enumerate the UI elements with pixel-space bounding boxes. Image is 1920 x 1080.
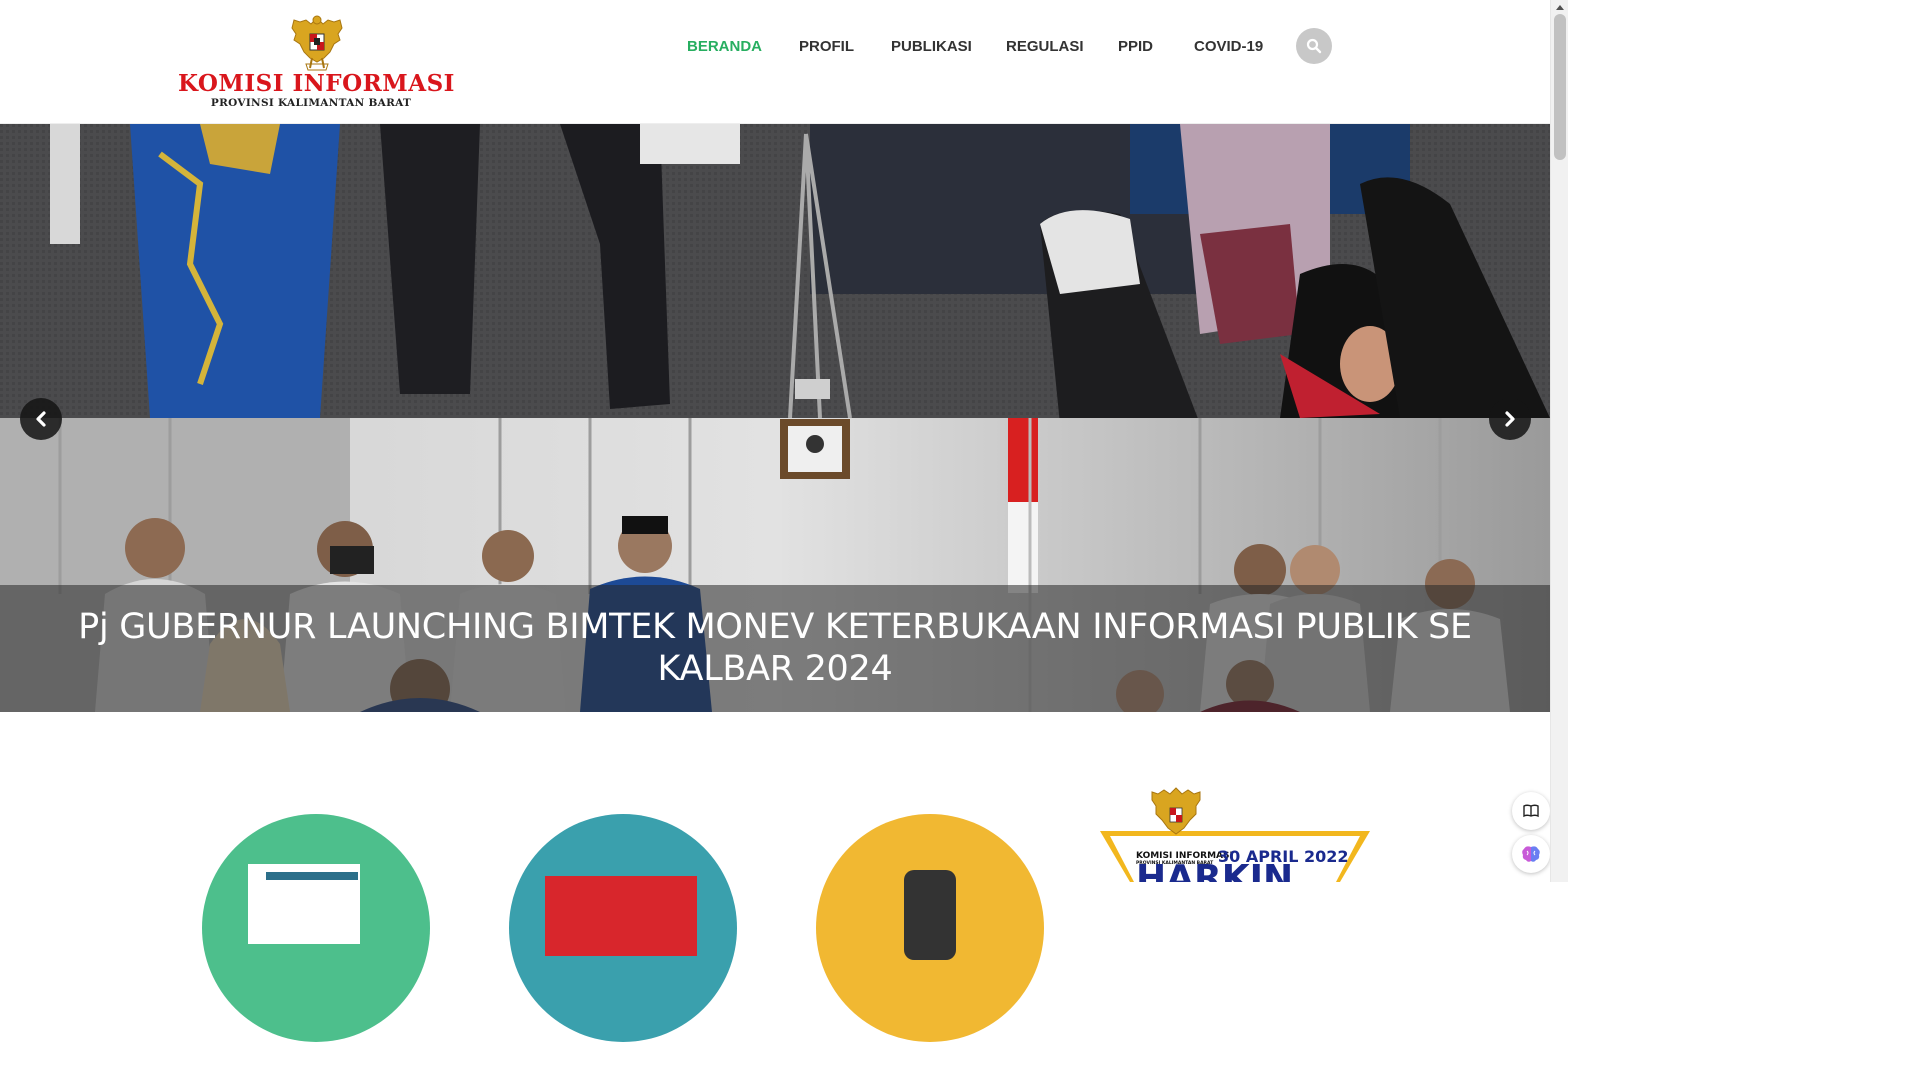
nav-item-covid-19[interactable]: COVID-19 <box>1194 36 1263 58</box>
search-icon <box>1306 38 1322 54</box>
book-icon <box>1523 804 1539 818</box>
harkin-title: HARKIN <box>1136 858 1293 882</box>
brain-icon <box>1522 846 1540 862</box>
scrollbar-thumb[interactable] <box>1554 14 1566 160</box>
page-scrollbar[interactable] <box>1550 0 1568 882</box>
ai-assistant-button[interactable] <box>1512 835 1550 873</box>
harkin-banner[interactable]: KOMISI INFORMASI PROVINSI KALIMANTAN BAR… <box>1100 784 1370 882</box>
slider-next-button[interactable] <box>1489 398 1531 440</box>
chevron-right-icon <box>1505 411 1515 427</box>
scroll-up-arrow-icon[interactable] <box>1556 5 1564 10</box>
hero-slider: Pj GUBERNUR LAUNCHING BIMTEK MONEV KETER… <box>0 124 1550 712</box>
harkin-banner-graphic: KOMISI INFORMASI PROVINSI KALIMANTAN BAR… <box>1100 787 1370 882</box>
garuda-emblem-icon <box>291 15 343 71</box>
service-circle-phone[interactable] <box>816 814 1044 1042</box>
nav-item-beranda[interactable]: BERANDA <box>687 36 762 58</box>
report-icon <box>545 876 697 956</box>
search-button[interactable] <box>1296 28 1332 64</box>
nav-item-regulasi[interactable]: REGULASI <box>1006 36 1084 58</box>
logo-title: KOMISI INFORMASI <box>178 70 455 97</box>
reader-mode-button[interactable] <box>1512 792 1550 830</box>
site-header: KOMISI INFORMASI PROVINSI KALIMANTAN BAR… <box>0 0 1550 124</box>
nav-item-ppid[interactable]: PPID <box>1118 36 1153 58</box>
nav-item-publikasi[interactable]: PUBLIKASI <box>891 36 972 58</box>
slider-prev-button[interactable] <box>20 398 62 440</box>
site-logo[interactable]: KOMISI INFORMASI PROVINSI KALIMANTAN BAR… <box>176 10 455 109</box>
phone-icon <box>904 870 956 960</box>
nav-item-profil[interactable]: PROFIL <box>799 36 854 58</box>
service-circle-document[interactable] <box>202 814 430 1042</box>
service-circle-report[interactable] <box>509 814 737 1042</box>
logo-subtitle: PROVINSI KALIMANTAN BARAT <box>210 97 412 109</box>
slide-caption[interactable]: Pj GUBERNUR LAUNCHING BIMTEK MONEV KETER… <box>40 606 1510 690</box>
chevron-left-icon <box>36 411 46 427</box>
document-icon <box>248 864 360 944</box>
